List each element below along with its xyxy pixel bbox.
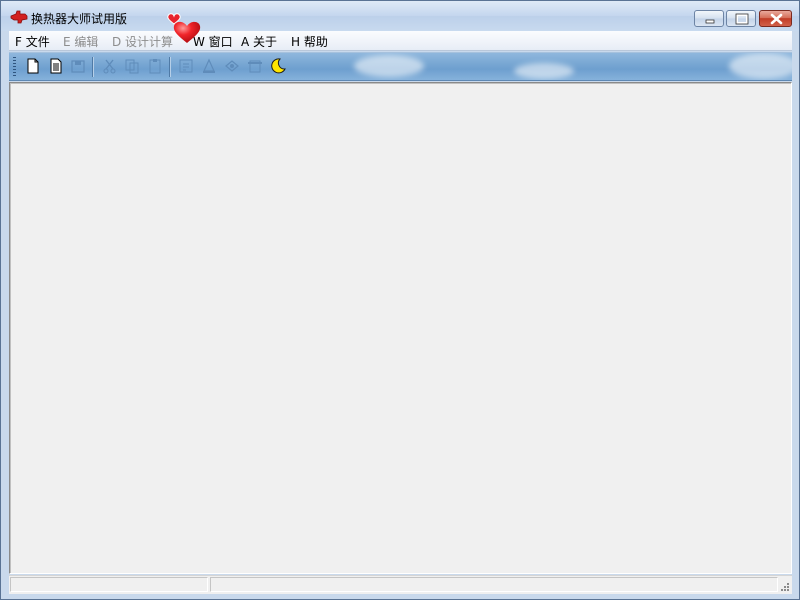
status-bar [9,575,792,594]
toolbar-cloud-decoration [514,63,574,79]
menu-edit[interactable]: E 编辑 [63,33,98,50]
maximize-button[interactable] [726,10,756,27]
save-icon[interactable] [69,57,87,75]
main-window: 换热器大师试用版 F 文件 E 编辑 D 设计计算 W 窗口 A 关于 H 帮助 [0,0,800,600]
moon-icon[interactable] [269,57,287,75]
title-bar[interactable]: 换热器大师试用版 [1,1,799,31]
close-button[interactable] [759,10,792,27]
print-icon[interactable] [200,57,218,75]
menu-design-calc[interactable]: D 设计计算 [112,33,173,50]
preview-icon[interactable] [223,57,241,75]
app-icon [10,10,28,24]
mdi-client-area[interactable] [9,82,792,574]
toolbar-separator [169,57,170,77]
toolbar-cloud-decoration [729,53,792,79]
copy-icon[interactable] [123,57,141,75]
open-file-icon[interactable] [47,57,65,75]
toolbar-grip[interactable] [13,57,16,77]
menu-bar: F 文件 E 编辑 D 设计计算 W 窗口 A 关于 H 帮助 [9,31,792,51]
close-icon [770,13,783,25]
resize-grip-icon[interactable] [780,582,790,592]
maximize-icon [735,13,749,25]
toolbar-cloud-decoration [354,55,424,77]
menu-help[interactable]: H 帮助 [291,33,328,50]
minimize-icon [705,19,715,24]
window-title: 换热器大师试用版 [31,12,128,26]
paste-icon[interactable] [146,57,164,75]
calculate-icon[interactable] [177,57,195,75]
minimize-button[interactable] [694,10,724,27]
toolbar [9,52,792,81]
toolbar-separator [92,57,93,77]
status-pane-right [210,577,778,592]
menu-file[interactable]: F 文件 [15,33,50,50]
status-pane-left [10,577,208,592]
new-file-icon[interactable] [24,57,42,75]
menu-about[interactable]: A 关于 [241,33,277,50]
cut-icon[interactable] [101,57,119,75]
heart-icon [173,21,201,43]
report-icon[interactable] [246,57,264,75]
